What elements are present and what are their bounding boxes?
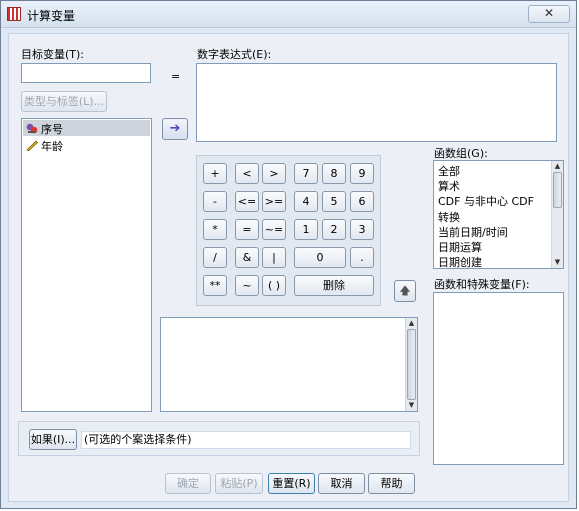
variable-label-age: 年龄: [41, 140, 63, 153]
ruler-icon: [26, 122, 38, 134]
numeric-expression-label: 数字表达式(E):: [197, 48, 272, 61]
scroll-thumb[interactable]: [407, 329, 416, 400]
equals-sign: =: [171, 70, 181, 83]
eight-key[interactable]: 8: [322, 163, 346, 184]
function-group-list[interactable]: 全部 算术 CDF 与非中心 CDF 转换 当前日期/时间 日期运算 日期创建 …: [433, 160, 564, 269]
type-and-label-button[interactable]: 类型与标签(L)...: [21, 91, 107, 112]
list-item[interactable]: 全部: [438, 163, 460, 179]
close-button[interactable]: ✕: [528, 5, 570, 23]
less-than-key[interactable]: <: [235, 163, 259, 184]
variable-list[interactable]: 序号 年龄: [21, 118, 152, 412]
up-arrow-icon: 🡅: [399, 284, 411, 297]
scroll-up-icon[interactable]: ▲: [553, 162, 562, 171]
paste-button[interactable]: 粘贴(P): [215, 473, 263, 494]
decimal-key[interactable]: .: [350, 247, 374, 268]
pencil-ruler-icon: [26, 139, 39, 152]
list-item[interactable]: 年龄: [23, 137, 150, 153]
list-item[interactable]: CDF 与非中心 CDF: [438, 193, 534, 209]
list-item[interactable]: 日期创建: [438, 254, 482, 268]
target-variable-label: 目标变量(T):: [21, 48, 85, 61]
five-key[interactable]: 5: [322, 191, 346, 212]
power-key[interactable]: **: [203, 275, 227, 296]
scroll-up-icon[interactable]: ▲: [407, 319, 416, 328]
right-arrow-icon: ➔: [169, 121, 181, 136]
target-variable-input[interactable]: [21, 63, 151, 83]
seven-key[interactable]: 7: [294, 163, 318, 184]
condition-text: (可选的个案选择条件): [81, 431, 411, 449]
functions-special-list[interactable]: [433, 292, 564, 465]
less-equal-key[interactable]: <=: [235, 191, 259, 212]
title-bar: 计算变量 ✕: [1, 1, 576, 28]
plus-key[interactable]: +: [203, 163, 227, 184]
move-function-up-button[interactable]: 🡅: [394, 280, 416, 302]
function-group-label: 函数组(G):: [434, 147, 488, 160]
calculator-keypad: + < > 7 8 9 - <= >= 4 5 6 * = ~= 1 2 3 /…: [196, 155, 381, 306]
variable-label-serial: 序号: [41, 123, 63, 136]
scroll-down-icon[interactable]: ▼: [407, 401, 416, 410]
cancel-button[interactable]: 取消: [318, 473, 365, 494]
and-key[interactable]: &: [235, 247, 259, 268]
equal-key[interactable]: =: [235, 219, 259, 240]
reset-button[interactable]: 重置(R): [268, 473, 315, 494]
not-equal-key[interactable]: ~=: [262, 219, 286, 240]
dialog-body: 目标变量(T): = 类型与标签(L)... 数字表达式(E): 序号 年龄 ➔…: [8, 33, 569, 502]
greater-equal-key[interactable]: >=: [262, 191, 286, 212]
list-item-selected[interactable]: 序号: [23, 120, 150, 136]
parentheses-key[interactable]: ( ): [262, 275, 286, 296]
help-button[interactable]: 帮助: [368, 473, 415, 494]
or-key[interactable]: |: [262, 247, 286, 268]
delete-key[interactable]: 删除: [294, 275, 374, 296]
zero-key[interactable]: 0: [294, 247, 346, 268]
not-key[interactable]: ~: [235, 275, 259, 296]
if-button[interactable]: 如果(I)...: [29, 429, 77, 450]
list-item[interactable]: 日期运算: [438, 239, 482, 255]
list-item[interactable]: 当前日期/时间: [438, 224, 508, 240]
scroll-down-icon[interactable]: ▼: [553, 258, 562, 267]
function-group-scrollbar[interactable]: ▲ ▼: [551, 161, 563, 268]
ok-button[interactable]: 确定: [165, 473, 211, 494]
divide-key[interactable]: /: [203, 247, 227, 268]
condition-panel: 如果(I)... (可选的个案选择条件): [18, 421, 420, 456]
two-key[interactable]: 2: [322, 219, 346, 240]
function-description-area: ▲ ▼: [160, 317, 418, 412]
six-key[interactable]: 6: [350, 191, 374, 212]
list-item[interactable]: 算术: [438, 178, 460, 194]
scroll-thumb[interactable]: [553, 172, 562, 208]
four-key[interactable]: 4: [294, 191, 318, 212]
compute-variable-dialog: 计算变量 ✕ 目标变量(T): = 类型与标签(L)... 数字表达式(E): …: [0, 0, 577, 509]
functions-special-label: 函数和特殊变量(F):: [434, 278, 530, 291]
multiply-key[interactable]: *: [203, 219, 227, 240]
greater-than-key[interactable]: >: [262, 163, 286, 184]
spss-app-icon: [7, 7, 21, 21]
description-scrollbar[interactable]: ▲ ▼: [405, 318, 417, 411]
move-variable-button[interactable]: ➔: [162, 118, 188, 140]
three-key[interactable]: 3: [350, 219, 374, 240]
minus-key[interactable]: -: [203, 191, 227, 212]
window-title: 计算变量: [27, 9, 76, 23]
list-item[interactable]: 转换: [438, 209, 460, 225]
numeric-expression-input[interactable]: [196, 63, 557, 142]
nine-key[interactable]: 9: [350, 163, 374, 184]
one-key[interactable]: 1: [294, 219, 318, 240]
